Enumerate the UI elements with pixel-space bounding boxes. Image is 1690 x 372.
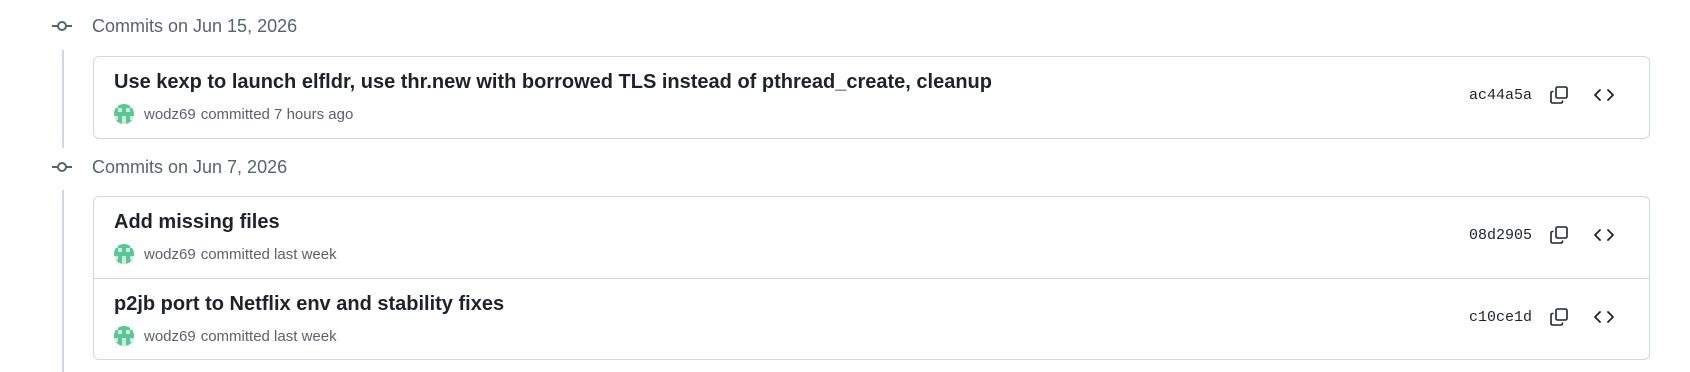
code-icon (1593, 87, 1615, 108)
commit-time: committed 7 hours ago (200, 105, 354, 123)
copy-icon (1549, 225, 1569, 250)
code-icon (1593, 309, 1615, 330)
code-icon (1593, 227, 1615, 248)
browse-repo-button[interactable] (1588, 221, 1620, 253)
copy-icon (1549, 85, 1569, 110)
avatar[interactable] (114, 104, 134, 124)
commit-group-header: Commits on Jun 7, 2026 (50, 155, 287, 179)
commit-author-link[interactable]: wodz69 (144, 106, 196, 123)
commit-meta: wodz69 committed 7 hours ago (114, 104, 353, 124)
git-commit-icon (50, 155, 74, 179)
copy-icon (1549, 307, 1569, 332)
commit-author-link[interactable]: wodz69 (144, 246, 196, 263)
commit-sha-link[interactable]: c10ce1d (1469, 309, 1532, 326)
commit-list: Add missing files wodz69 committed last … (93, 196, 1650, 360)
browse-repo-button[interactable] (1588, 81, 1620, 113)
commit-message-link[interactable]: p2jb port to Netflix env and stability f… (114, 293, 504, 316)
copy-sha-button[interactable] (1543, 81, 1575, 113)
browse-repo-button[interactable] (1588, 303, 1620, 335)
avatar[interactable] (114, 244, 134, 264)
commit-row: p2jb port to Netflix env and stability f… (94, 278, 1649, 359)
commit-row: Use kexp to launch elfldr, use thr.new w… (94, 57, 1649, 138)
commit-group-date: Commits on Jun 7, 2026 (92, 156, 288, 177)
commit-meta: wodz69 committed last week (114, 326, 337, 346)
commit-sha-link[interactable]: ac44a5a (1469, 87, 1532, 104)
commit-meta: wodz69 committed last week (114, 244, 337, 264)
copy-sha-button[interactable] (1543, 303, 1575, 335)
commit-group-date: Commits on Jun 15, 2026 (92, 15, 298, 36)
commit-row: Add missing files wodz69 committed last … (94, 197, 1649, 278)
commit-message-link[interactable]: Use kexp to launch elfldr, use thr.new w… (114, 71, 992, 94)
commit-message-link[interactable]: Add missing files (114, 211, 280, 234)
commit-author-link[interactable]: wodz69 (144, 328, 196, 345)
timeline-line (62, 190, 64, 372)
avatar[interactable] (114, 326, 134, 346)
commit-list: Use kexp to launch elfldr, use thr.new w… (93, 56, 1650, 139)
commit-sha-link[interactable]: 08d2905 (1469, 227, 1532, 244)
commit-time: committed last week (200, 245, 337, 263)
git-commit-icon (50, 14, 74, 38)
commit-group-header: Commits on Jun 15, 2026 (50, 14, 297, 38)
commit-time: committed last week (200, 327, 337, 345)
timeline-line (62, 50, 64, 148)
copy-sha-button[interactable] (1543, 221, 1575, 253)
commit-history: Commits on Jun 15, 2026 Use kexp to laun… (0, 0, 1690, 372)
